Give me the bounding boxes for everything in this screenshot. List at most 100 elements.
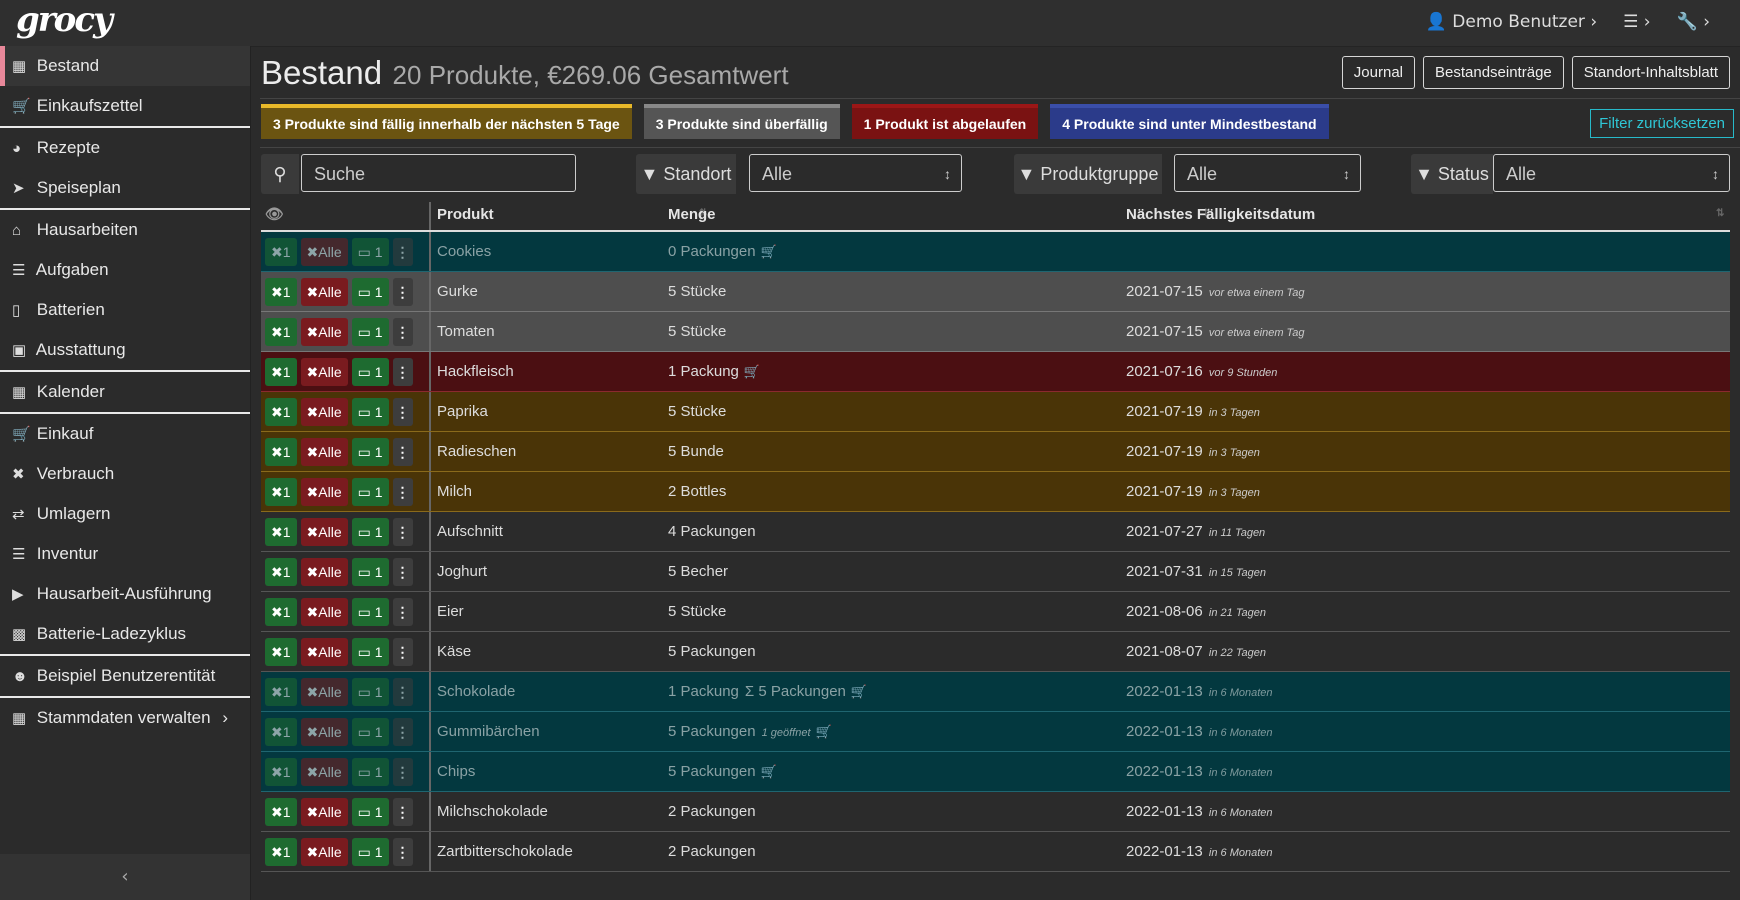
more-actions-button[interactable]: ⋮ — [392, 438, 413, 466]
stock-entries-button[interactable]: Bestandseinträge — [1423, 56, 1564, 89]
product-name[interactable]: Paprika — [437, 392, 488, 431]
more-actions-button[interactable]: ⋮ — [392, 798, 413, 826]
consume-all-button[interactable]: ✖Alle — [300, 478, 348, 506]
open-one-button[interactable]: ▭ 1 — [351, 558, 389, 586]
more-actions-button[interactable]: ⋮ — [392, 758, 413, 786]
open-one-button[interactable]: ▭ 1 — [351, 678, 389, 706]
filter-reset-button[interactable]: Filter zurücksetzen — [1590, 109, 1734, 138]
open-one-button[interactable]: ▭ 1 — [351, 598, 389, 626]
consume-all-button[interactable]: ✖Alle — [300, 438, 348, 466]
consume-all-button[interactable]: ✖Alle — [300, 598, 348, 626]
more-actions-button[interactable]: ⋮ — [392, 598, 413, 626]
sidebar-collapse-button[interactable]: ‹ — [0, 854, 250, 900]
open-one-button[interactable]: ▭ 1 — [351, 478, 389, 506]
product-name[interactable]: Zartbitterschokolade — [437, 832, 573, 871]
due-soon-badge[interactable]: 3 Produkte sind fällig innerhalb der näc… — [261, 104, 632, 139]
sidebar-item-rezepte[interactable]: ◕ Rezepte — [0, 128, 250, 168]
location-sheet-button[interactable]: Standort-Inhaltsblatt — [1571, 56, 1730, 89]
sidebar-item-umlagern[interactable]: ⇄ Umlagern — [0, 494, 250, 534]
product-name[interactable]: Cookies — [437, 232, 491, 271]
more-actions-button[interactable]: ⋮ — [392, 238, 413, 266]
consume-one-button[interactable]: ✖1 — [265, 438, 297, 466]
consume-one-button[interactable]: ✖1 — [265, 278, 297, 306]
open-one-button[interactable]: ▭ 1 — [351, 278, 389, 306]
expired-badge[interactable]: 1 Produkt ist abgelaufen — [851, 104, 1039, 139]
consume-all-button[interactable]: ✖Alle — [300, 278, 348, 306]
open-one-button[interactable]: ▭ 1 — [351, 358, 389, 386]
consume-one-button[interactable]: ✖1 — [265, 398, 297, 426]
product-name[interactable]: Milch — [437, 472, 472, 511]
journal-button[interactable]: Journal — [1341, 56, 1415, 89]
sidebar-item-einkauf[interactable]: 🛒 Einkauf — [0, 414, 250, 454]
sidebar-item-stammdaten[interactable]: ▦ Stammdaten verwalten › — [0, 698, 250, 738]
product-name[interactable]: Radieschen — [437, 432, 516, 471]
sidebar-item-verbrauch[interactable]: ✖ Verbrauch — [0, 454, 250, 494]
consume-one-button[interactable]: ✖1 — [265, 558, 297, 586]
more-actions-button[interactable]: ⋮ — [392, 318, 413, 346]
app-logo[interactable]: grocy — [16, 0, 113, 40]
consume-all-button[interactable]: ✖Alle — [300, 518, 348, 546]
consume-all-button[interactable]: ✖Alle — [300, 718, 348, 746]
more-actions-button[interactable]: ⋮ — [392, 678, 413, 706]
open-one-button[interactable]: ▭ 1 — [351, 838, 389, 866]
location-select[interactable]: Alle — [749, 154, 962, 193]
more-actions-button[interactable]: ⋮ — [392, 718, 413, 746]
status-select[interactable]: Alle — [1493, 154, 1730, 193]
overdue-badge[interactable]: 3 Produkte sind überfällig — [643, 104, 840, 139]
open-one-button[interactable]: ▭ 1 — [351, 718, 389, 746]
consume-one-button[interactable]: ✖1 — [265, 318, 297, 346]
product-group-select[interactable]: Alle — [1174, 154, 1361, 193]
open-one-button[interactable]: ▭ 1 — [351, 438, 389, 466]
product-name[interactable]: Gummibärchen — [437, 712, 540, 751]
sidebar-item-einkaufszettel[interactable]: 🛒 Einkaufszettel — [0, 86, 250, 126]
search-input[interactable]: Suche — [301, 154, 576, 192]
product-name[interactable]: Schokolade — [437, 672, 515, 711]
below-min-badge[interactable]: 4 Produkte sind unter Mindestbestand — [1050, 104, 1329, 139]
more-actions-button[interactable]: ⋮ — [392, 838, 413, 866]
sidebar-item-ausstattung[interactable]: ▣ Ausstattung — [0, 330, 250, 370]
open-one-button[interactable]: ▭ 1 — [351, 638, 389, 666]
sidebar-item-batterien[interactable]: ▯ Batterien — [0, 290, 250, 330]
consume-all-button[interactable]: ✖Alle — [300, 558, 348, 586]
sidebar-item-aufgaben[interactable]: ☰ Aufgaben — [0, 250, 250, 290]
more-actions-button[interactable]: ⋮ — [392, 518, 413, 546]
consume-one-button[interactable]: ✖1 — [265, 518, 297, 546]
column-header-amount[interactable]: Menge — [668, 202, 716, 228]
consume-all-button[interactable]: ✖Alle — [300, 238, 348, 266]
sidebar-item-bestand[interactable]: ▦ Bestand — [0, 46, 250, 86]
product-name[interactable]: Tomaten — [437, 312, 495, 351]
consume-all-button[interactable]: ✖Alle — [300, 398, 348, 426]
open-one-button[interactable]: ▭ 1 — [351, 398, 389, 426]
sidebar-item-speiseplan[interactable]: ➤ Speiseplan — [0, 168, 250, 208]
column-header-due-date[interactable]: Nächstes Fälligkeitsdatum — [1126, 202, 1315, 228]
consume-one-button[interactable]: ✖1 — [265, 758, 297, 786]
sidebar-item-kalender[interactable]: ▦ Kalender — [0, 372, 250, 412]
consume-one-button[interactable]: ✖1 — [265, 638, 297, 666]
consume-one-button[interactable]: ✖1 — [265, 838, 297, 866]
consume-all-button[interactable]: ✖Alle — [300, 838, 348, 866]
open-one-button[interactable]: ▭ 1 — [351, 318, 389, 346]
consume-all-button[interactable]: ✖Alle — [300, 678, 348, 706]
open-one-button[interactable]: ▭ 1 — [351, 758, 389, 786]
more-actions-button[interactable]: ⋮ — [392, 638, 413, 666]
more-actions-button[interactable]: ⋮ — [392, 278, 413, 306]
product-name[interactable]: Käse — [437, 632, 471, 671]
more-actions-button[interactable]: ⋮ — [392, 478, 413, 506]
consume-one-button[interactable]: ✖1 — [265, 598, 297, 626]
open-one-button[interactable]: ▭ 1 — [351, 798, 389, 826]
consume-one-button[interactable]: ✖1 — [265, 718, 297, 746]
product-name[interactable]: Chips — [437, 752, 475, 791]
sidebar-item-beispiel-benutzerentitaet[interactable]: ☻ Beispiel Benutzerentität — [0, 656, 250, 696]
consume-one-button[interactable]: ✖1 — [265, 798, 297, 826]
sidebar-item-hausarbeit-ausfuehrung[interactable]: ▶ Hausarbeit-Ausführung — [0, 574, 250, 614]
open-one-button[interactable]: ▭ 1 — [351, 518, 389, 546]
user-menu[interactable]: 👤 Demo Benutzer › — [1426, 12, 1597, 32]
consume-one-button[interactable]: ✖1 — [265, 238, 297, 266]
sidebar-item-inventur[interactable]: ☰ Inventur — [0, 534, 250, 574]
consume-one-button[interactable]: ✖1 — [265, 478, 297, 506]
product-name[interactable]: Joghurt — [437, 552, 487, 591]
column-header-product[interactable]: Produkt — [437, 202, 494, 228]
settings-menu[interactable]: ☰ › — [1623, 12, 1650, 32]
consume-one-button[interactable]: ✖1 — [265, 678, 297, 706]
consume-one-button[interactable]: ✖1 — [265, 358, 297, 386]
